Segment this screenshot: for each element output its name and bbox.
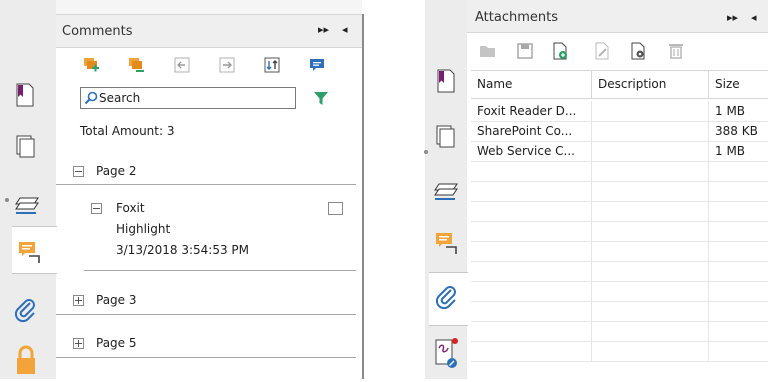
attachments-icon bbox=[14, 299, 35, 323]
empty-row bbox=[471, 261, 768, 282]
page-group-label[interactable]: Page 5 bbox=[96, 336, 137, 350]
splitter-grip[interactable] bbox=[424, 150, 428, 154]
table-row[interactable]: Web Service C... 1 MB bbox=[471, 141, 768, 162]
search-input[interactable] bbox=[99, 89, 289, 107]
empty-row bbox=[471, 221, 768, 242]
file-settings-icon[interactable] bbox=[629, 42, 647, 60]
attachment-size: 1 MB bbox=[715, 104, 746, 118]
attachments-panel-title: Attachments bbox=[475, 10, 558, 25]
panel-collapse-button[interactable]: ◂ bbox=[342, 23, 348, 36]
empty-row bbox=[471, 301, 768, 322]
comments-icon bbox=[436, 233, 457, 254]
empty-row bbox=[471, 161, 768, 182]
side-tab-comments[interactable] bbox=[12, 226, 57, 274]
layers-icon bbox=[15, 197, 39, 214]
comment-date: 3/13/2018 3:54:53 PM bbox=[116, 243, 250, 257]
comment-select-checkbox[interactable] bbox=[328, 202, 343, 215]
panel-expand-button[interactable]: ▸▸ bbox=[318, 23, 329, 36]
save-icon[interactable] bbox=[516, 42, 534, 60]
empty-row bbox=[471, 241, 768, 262]
side-tab-pages[interactable] bbox=[0, 122, 56, 172]
comment-divider bbox=[84, 270, 356, 271]
page-group-label[interactable]: Page 3 bbox=[96, 293, 137, 307]
attachment-name: Foxit Reader D... bbox=[471, 101, 592, 121]
side-tab-signatures[interactable] bbox=[425, 330, 467, 380]
layers-icon bbox=[434, 183, 458, 200]
pages-icon bbox=[16, 135, 35, 158]
column-header-size[interactable]: Size bbox=[709, 71, 768, 98]
attachments-toolbar bbox=[467, 33, 768, 69]
attachments-table-header: Name Description Size bbox=[471, 70, 768, 99]
side-tab-security[interactable] bbox=[0, 332, 56, 382]
comment-bubble-icon[interactable] bbox=[308, 56, 326, 74]
panel-collapse-button[interactable]: ◂ bbox=[751, 11, 757, 24]
side-tab-layers[interactable] bbox=[425, 168, 467, 218]
attachment-description bbox=[592, 141, 709, 161]
group-divider bbox=[56, 184, 356, 185]
empty-row bbox=[471, 281, 768, 302]
pages-icon bbox=[436, 125, 455, 148]
attachment-size: 388 KB bbox=[715, 124, 758, 138]
splitter-grip[interactable] bbox=[5, 198, 9, 202]
side-tab-layers[interactable] bbox=[0, 182, 56, 232]
page-2-collapse-toggle[interactable] bbox=[73, 166, 84, 177]
comment-search-box[interactable] bbox=[80, 87, 296, 109]
empty-row bbox=[471, 341, 768, 362]
search-icon bbox=[84, 91, 98, 105]
comments-panel-title: Comments bbox=[62, 24, 133, 39]
next-icon[interactable] bbox=[218, 56, 236, 74]
empty-row bbox=[471, 201, 768, 222]
comments-panel-window: Comments ▸▸ ◂ Total Amount: 3 bbox=[0, 0, 368, 379]
attachment-size: 1 MB bbox=[715, 144, 746, 158]
side-tab-bookmarks[interactable] bbox=[0, 70, 56, 120]
side-tab-pages[interactable] bbox=[425, 112, 467, 162]
comments-title-bar: Comments ▸▸ ◂ bbox=[56, 14, 362, 48]
page-3-expand-toggle[interactable] bbox=[73, 295, 84, 306]
comment-type: Highlight bbox=[116, 222, 171, 236]
attachment-description bbox=[592, 101, 709, 121]
security-icon bbox=[17, 345, 35, 374]
filter-icon[interactable] bbox=[312, 89, 330, 107]
group-divider bbox=[56, 357, 356, 358]
remove-comment-icon[interactable] bbox=[127, 56, 145, 74]
column-header-description[interactable]: Description bbox=[592, 71, 709, 98]
attachment-name: Web Service C... bbox=[471, 141, 592, 161]
empty-row bbox=[471, 181, 768, 202]
page-5-expand-toggle[interactable] bbox=[73, 338, 84, 349]
attachments-panel-window: Attachments ▸▸ ◂ Name Description Size F… bbox=[425, 0, 768, 379]
side-tab-bookmarks[interactable] bbox=[425, 56, 467, 106]
side-tab-attachments[interactable] bbox=[429, 272, 468, 326]
column-header-name[interactable]: Name bbox=[471, 71, 592, 98]
side-tab-attachments[interactable] bbox=[0, 286, 56, 336]
panel-top-edge bbox=[56, 0, 362, 14]
edit-description-icon[interactable] bbox=[593, 42, 611, 60]
signature-icon bbox=[435, 338, 458, 368]
attachment-description bbox=[592, 121, 709, 141]
bookmark-icon bbox=[437, 69, 455, 93]
empty-row bbox=[471, 321, 768, 342]
sort-icon[interactable] bbox=[263, 56, 281, 74]
open-folder-icon[interactable] bbox=[479, 42, 497, 60]
total-amount-label: Total Amount: 3 bbox=[80, 124, 175, 138]
group-divider bbox=[56, 314, 356, 315]
attachments-title-bar: Attachments ▸▸ ◂ bbox=[467, 0, 768, 33]
previous-icon[interactable] bbox=[173, 56, 191, 74]
delete-icon[interactable] bbox=[667, 42, 685, 60]
side-tab-comments[interactable] bbox=[425, 218, 467, 268]
bookmark-icon bbox=[16, 83, 34, 107]
comments-icon bbox=[19, 242, 40, 263]
panel-expand-button[interactable]: ▸▸ bbox=[727, 11, 738, 24]
page-group-label[interactable]: Page 2 bbox=[96, 164, 137, 178]
table-row[interactable]: Foxit Reader D... 1 MB bbox=[471, 101, 768, 122]
comment-collapse-toggle[interactable] bbox=[91, 203, 102, 214]
comment-author[interactable]: Foxit bbox=[116, 201, 145, 215]
attachment-name: SharePoint Co... bbox=[471, 121, 592, 141]
add-comment-icon[interactable] bbox=[82, 56, 100, 74]
attachments-icon bbox=[435, 286, 456, 310]
table-row[interactable]: SharePoint Co... 388 KB bbox=[471, 121, 768, 142]
add-file-icon[interactable] bbox=[551, 42, 569, 60]
